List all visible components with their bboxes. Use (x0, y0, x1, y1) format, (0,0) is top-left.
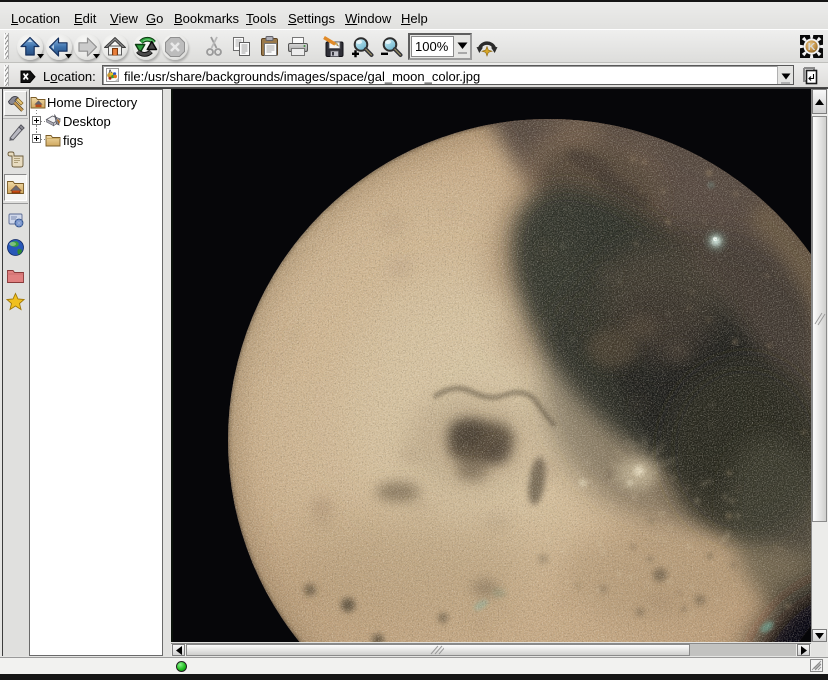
svg-text:K: K (808, 41, 816, 53)
